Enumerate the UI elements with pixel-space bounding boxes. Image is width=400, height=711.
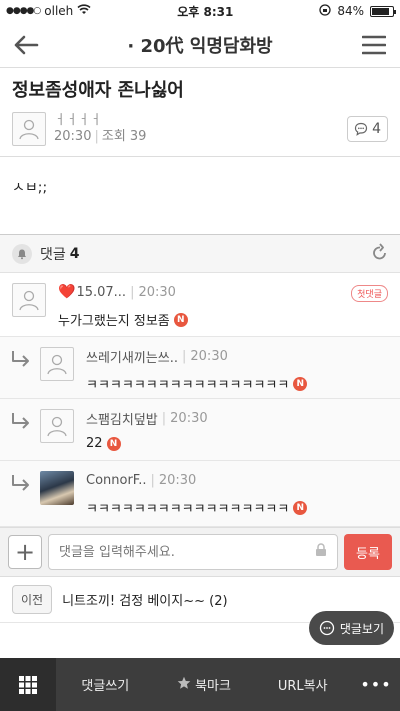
avatar[interactable] — [40, 471, 74, 505]
back-arrow-icon[interactable] — [10, 29, 42, 61]
write-comment-button[interactable]: 댓글쓰기 — [56, 658, 155, 711]
reply-arrow-icon — [10, 409, 40, 450]
lock-icon[interactable] — [315, 543, 327, 561]
comment-count: 4 — [372, 121, 381, 137]
carrier-label: olleh — [44, 4, 74, 18]
comment-text: ㅋㅋㅋㅋㅋㅋㅋㅋㅋㅋㅋㅋㅋㅋㅋㅋㅋ — [86, 378, 290, 393]
comment-author[interactable]: 쓰레기새끼는쓰.. — [86, 347, 178, 366]
avatar[interactable] — [12, 112, 46, 146]
view-comments-label: 댓글보기 — [339, 621, 384, 636]
comment-text: 누가그랬는지 정보좀 — [58, 314, 170, 329]
avatar[interactable] — [12, 283, 46, 317]
speech-bubble-icon — [319, 620, 334, 636]
comments-header: 댓글 4 — [0, 235, 400, 273]
comments-count: 4 — [69, 245, 80, 262]
comment-input-bar: + 등록 — [0, 527, 400, 577]
view-comments-button[interactable]: 댓글보기 — [308, 611, 394, 645]
rotation-lock-icon — [319, 3, 331, 19]
post-time: 20:30 — [54, 129, 92, 144]
reply-item: 스팸김치덮밥 | 20:30 22 N — [0, 399, 400, 461]
post-header: 정보좀성애자 존나싫어 ㅓㅓㅓㅓ 20:30 | 조회 39 4 — [0, 68, 400, 157]
comment-time: 20:30 — [158, 472, 197, 488]
reply-item: 쓰레기새끼는쓰.. | 20:30 ㅋㅋㅋㅋㅋㅋㅋㅋㅋㅋㅋㅋㅋㅋㅋㅋㅋ N — [0, 337, 400, 399]
nav-bar: · 20代 익명담화방 — [0, 22, 400, 68]
avatar[interactable] — [40, 409, 74, 443]
status-bar: ●●●●○ olleh 오후 8:31 84% — [0, 0, 400, 22]
comment-count-button[interactable]: 4 — [347, 116, 388, 142]
post-title: 정보좀성애자 존나싫어 — [12, 80, 184, 101]
grid-menu-icon[interactable] — [0, 658, 56, 711]
refresh-icon[interactable] — [372, 242, 388, 265]
board-title[interactable]: · 20代 익명담화방 — [127, 32, 272, 58]
comments-label: 댓글 — [40, 246, 66, 263]
star-icon — [177, 676, 191, 694]
comment-input[interactable] — [59, 544, 315, 560]
signal-icon: ●●●●○ — [6, 6, 41, 16]
comment-text: 22 — [86, 436, 103, 451]
first-comment-badge: 첫댓글 — [351, 285, 388, 302]
bookmark-label: 북마크 — [195, 679, 231, 694]
copy-url-label: URL복사 — [277, 679, 328, 694]
prev-post-title[interactable]: 니트조끼! 검정 베이지~~ (2) — [62, 590, 227, 609]
clock: 오후 8:31 — [177, 4, 234, 19]
comment-author[interactable]: 15.07... — [76, 285, 126, 300]
post-body: ㅅㅂ;; — [0, 157, 400, 235]
heart-icon: ❤️ — [58, 284, 76, 300]
bottom-toolbar: 댓글쓰기 북마크 URL복사 ••• — [0, 658, 400, 711]
bookmark-button[interactable]: 북마크 — [155, 658, 254, 711]
comment-text: ㅋㅋㅋㅋㅋㅋㅋㅋㅋㅋㅋㅋㅋㅋㅋㅋㅋ — [86, 502, 290, 517]
new-badge: N — [173, 312, 188, 327]
comment-author[interactable]: ConnorF.. — [86, 473, 146, 488]
wifi-icon — [77, 4, 91, 18]
post-author: ㅓㅓㅓㅓ — [54, 113, 102, 128]
new-badge: N — [293, 500, 308, 515]
bell-icon — [12, 243, 32, 264]
plus-icon[interactable]: + — [8, 535, 42, 569]
battery-icon — [369, 5, 396, 17]
new-badge: N — [293, 376, 308, 391]
submit-button[interactable]: 등록 — [344, 534, 392, 570]
comment-time: 20:30 — [138, 284, 176, 300]
comment-time: 20:30 — [170, 410, 208, 426]
new-badge: N — [106, 436, 121, 451]
copy-url-button[interactable]: URL복사 — [253, 658, 352, 711]
more-icon[interactable]: ••• — [352, 658, 400, 711]
prev-tag: 이전 — [12, 585, 53, 614]
battery-percent: 84% — [337, 4, 364, 18]
avatar[interactable] — [40, 347, 74, 381]
post-views: 조회 39 — [101, 129, 147, 144]
reply-arrow-icon — [10, 471, 40, 516]
write-comment-label: 댓글쓰기 — [81, 679, 130, 694]
comment-author[interactable]: 스팸김치덮밥 — [86, 409, 158, 428]
hamburger-menu-icon[interactable] — [358, 29, 390, 61]
comment-time: 20:30 — [190, 348, 228, 364]
reply-arrow-icon — [10, 347, 40, 388]
speech-bubble-icon — [354, 122, 368, 136]
reply-item: ConnorF.. | 20:30 ㅋㅋㅋㅋㅋㅋㅋㅋㅋㅋㅋㅋㅋㅋㅋㅋㅋ N — [0, 461, 400, 527]
comment-input-wrapper — [48, 534, 338, 570]
comment-item: ❤️ 15.07... | 20:30 누가그랬는지 정보좀 N 첫댓글 — [0, 273, 400, 337]
